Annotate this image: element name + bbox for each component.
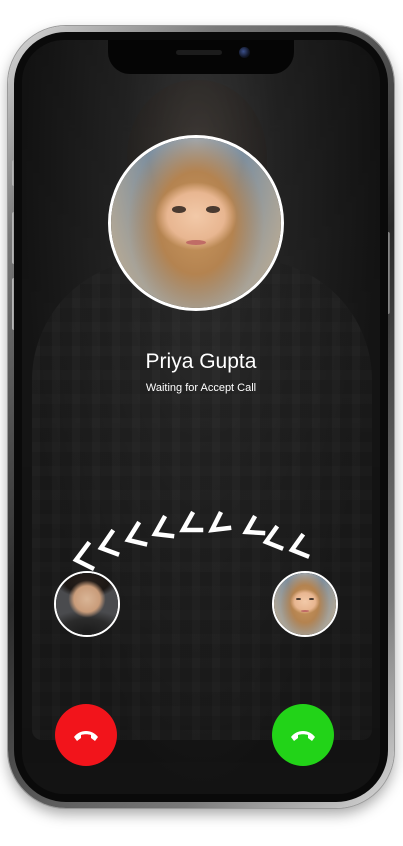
phone-hangup-icon	[291, 731, 315, 741]
phone-hangup-icon	[74, 731, 98, 741]
caller-avatar	[108, 135, 284, 311]
call-screen: Priya Gupta Waiting for Accept Call	[22, 40, 380, 794]
phone-frame: Priya Gupta Waiting for Accept Call	[8, 26, 394, 808]
caller-name: Priya Gupta	[145, 350, 257, 373]
earpiece-speaker	[176, 50, 222, 55]
notch	[108, 40, 294, 74]
front-camera	[239, 47, 250, 58]
accept-call-button[interactable]	[272, 704, 334, 766]
decline-call-button[interactable]	[55, 704, 117, 766]
call-status: Waiting for Accept Call	[145, 382, 257, 394]
caller-avatar-small[interactable]	[272, 571, 338, 637]
my-avatar	[54, 571, 120, 637]
